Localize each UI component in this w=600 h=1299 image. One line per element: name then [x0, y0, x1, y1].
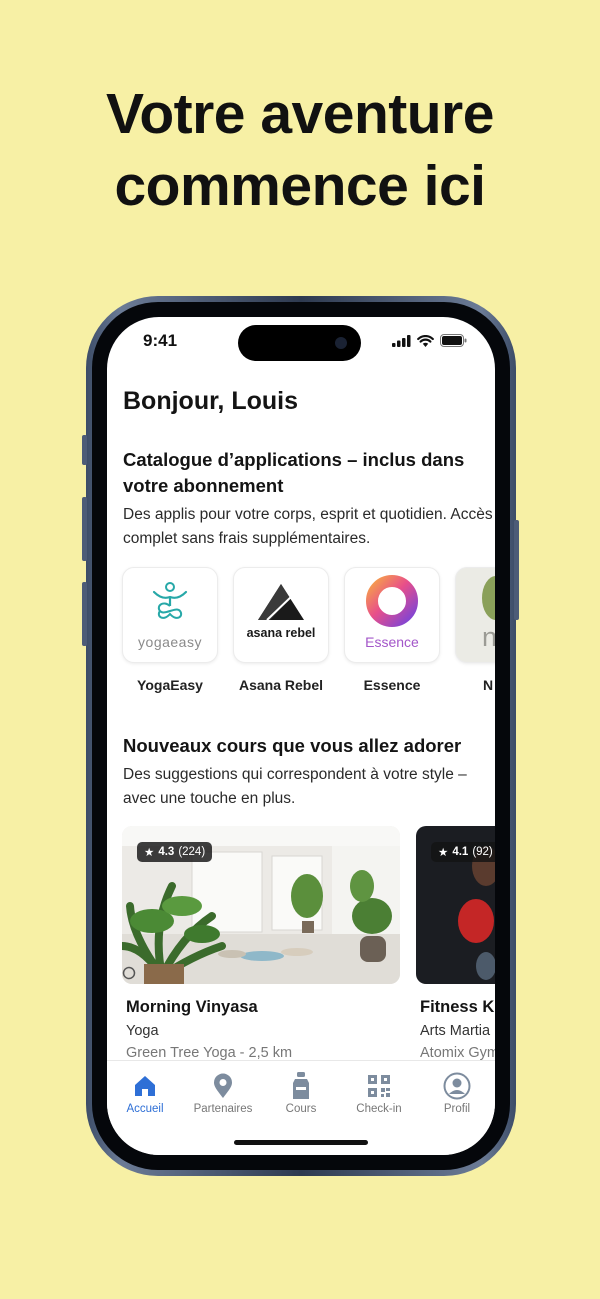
app-card-asana-rebel[interactable]: asana rebel Asana Rebel [233, 567, 329, 693]
app-card-yogaeasy[interactable]: yogaeasy YogaEasy [122, 567, 218, 693]
rating-badge: ★ 4.3 (224) [137, 842, 213, 862]
class-card[interactable]: ★ 4.3 (224) Morning Vinyasa Yoga Green T… [122, 826, 400, 1061]
phone-volume-up-button [82, 497, 87, 561]
classes-subtitle: Des suggestions qui correspondent à votr… [123, 766, 467, 807]
home-icon [135, 1076, 155, 1096]
dynamic-island [238, 325, 361, 361]
battery-icon [440, 334, 467, 347]
classes-title: Nouveaux cours que vous allez adorer [123, 735, 462, 756]
rating-value: 4.1 [452, 846, 469, 858]
qr-code-icon [368, 1075, 390, 1097]
tab-cours[interactable]: Cours [263, 1071, 339, 1115]
class-category: Yoga [126, 1023, 159, 1039]
star-icon: ★ [144, 847, 155, 859]
signal-icon [392, 334, 411, 347]
app-logo-tile: asana rebel [233, 567, 329, 663]
app-card-partial[interactable]: no N [455, 567, 495, 693]
phone-action-button [82, 435, 87, 465]
headline-line-1: Votre aventure [106, 82, 494, 146]
camera-icon [335, 337, 347, 349]
tab-label: Profil [443, 1103, 471, 1115]
tab-label: Cours [285, 1103, 317, 1115]
rating-badge: ★ 4.1 (92) [431, 842, 495, 862]
review-count: (92) [472, 846, 493, 858]
phone-power-button [514, 520, 519, 620]
loading-indicator-icon [122, 966, 136, 980]
partial-logo-text: no [482, 622, 495, 653]
app-name: Asana Rebel [238, 677, 324, 693]
tab-check-in[interactable]: Check-in [341, 1071, 417, 1115]
star-icon: ★ [438, 847, 449, 859]
tab-partenaires[interactable]: Partenaires [185, 1071, 261, 1115]
class-card[interactable]: ★ 4.1 (92) Fitness Ki Arts Martia Atomix… [416, 826, 495, 1061]
phone-volume-down-button [82, 582, 87, 646]
app-catalog-list: yogaeasy YogaEasy asana rebel Asana Rebe… [122, 567, 495, 697]
leaf-logo-icon [482, 576, 495, 620]
status-time: 9:41 [143, 331, 178, 350]
class-location: Green Tree Yoga - 2,5 km [126, 1045, 293, 1061]
greeting: Bonjour, Louis [123, 387, 298, 415]
asana-rebel-logo-text: asana rebel [246, 626, 316, 640]
app-logo-tile: Essence [344, 567, 440, 663]
tab-profil[interactable]: Profil [419, 1071, 495, 1115]
location-pin-icon [214, 1073, 232, 1098]
class-image: ★ 4.1 (92) [416, 826, 495, 984]
app-name: YogaEasy [137, 677, 203, 693]
catalog-title: Catalogue d’applications – inclus dans v… [123, 449, 465, 496]
app-logo-tile: no [455, 567, 495, 663]
headline-line-2: commence ici [114, 154, 486, 218]
essence-logo-icon [366, 575, 418, 627]
app-name: Essence [363, 677, 421, 693]
profile-icon [443, 1072, 471, 1100]
app-name: N [483, 677, 494, 693]
tab-accueil[interactable]: Accueil [107, 1071, 183, 1115]
status-icons [392, 334, 467, 347]
yogaeasy-logo-text: yogaeasy [138, 634, 202, 650]
class-location: Atomix Gym [420, 1045, 495, 1061]
catalog-subtitle: Des applis pour votre corps, esprit et q… [123, 506, 493, 547]
class-category: Arts Martia [420, 1023, 491, 1039]
tab-label: Partenaires [193, 1103, 253, 1115]
review-count: (224) [178, 846, 206, 858]
app-logo-tile: yogaeasy [122, 567, 218, 663]
home-indicator[interactable] [234, 1140, 368, 1145]
class-image: ★ 4.3 (224) [122, 826, 400, 984]
phone-screen: 9:41 Bonjour, Louis Catalogue d’applicat… [107, 317, 495, 1155]
wifi-icon [417, 334, 434, 347]
app-card-essence[interactable]: Essence Essence [344, 567, 440, 693]
bottle-icon [293, 1072, 309, 1099]
essence-logo-text: Essence [365, 634, 419, 650]
rating-value: 4.3 [158, 846, 175, 858]
tab-label: Accueil [126, 1103, 164, 1115]
class-title: Morning Vinyasa [126, 998, 258, 1016]
class-card-list: ★ 4.3 (224) Morning Vinyasa Yoga Green T… [122, 826, 495, 1076]
headline: Votre aventure commence ici [0, 78, 600, 222]
yogaeasy-logo-icon [152, 582, 188, 619]
tab-label: Check-in [356, 1103, 402, 1115]
class-title: Fitness Ki [420, 998, 495, 1016]
